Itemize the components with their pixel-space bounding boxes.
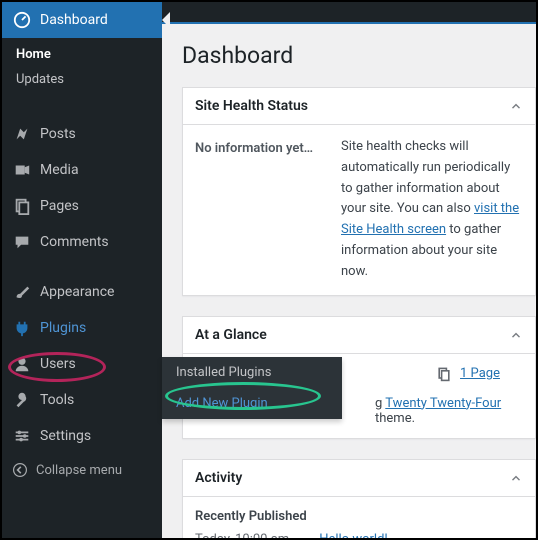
panel-header-site-health[interactable]: Site Health Status (183, 88, 535, 125)
wp-running-text: g Twenty Twenty-Four theme. (375, 396, 523, 426)
sidebar-item-settings[interactable]: Settings (2, 418, 162, 454)
recently-published-heading: Recently Published (195, 509, 523, 532)
collapse-icon (12, 462, 28, 478)
panel-site-health: Site Health Status No information yet… S… (182, 87, 536, 296)
published-date: Today, 10:00 am (195, 532, 289, 538)
flyout-installed-plugins[interactable]: Installed Plugins (162, 357, 342, 388)
plug-icon (12, 318, 32, 338)
panel-header-activity[interactable]: Activity (183, 460, 535, 497)
pages-icon (436, 366, 452, 382)
comments-icon (12, 232, 32, 252)
chevron-up-icon (509, 471, 523, 485)
collapse-menu[interactable]: Collapse menu (2, 454, 162, 486)
sidebar-label-posts: Posts (40, 126, 76, 142)
sidebar-item-dashboard[interactable]: Dashboard (2, 2, 162, 38)
theme-link[interactable]: Twenty Twenty-Four (385, 396, 501, 411)
submenu-home[interactable]: Home (2, 42, 162, 67)
dashboard-submenu: Home Updates (2, 38, 162, 102)
chevron-up-icon (509, 328, 523, 342)
sidebar-label-appearance: Appearance (40, 284, 114, 300)
sidebar-label-users: Users (40, 356, 76, 372)
flyout-add-new-plugin[interactable]: Add New Plugin (162, 388, 342, 419)
main-content: Dashboard Site Health Status No informat… (162, 24, 536, 538)
sidebar-label-plugins: Plugins (40, 320, 86, 336)
brush-icon (12, 282, 32, 302)
plugins-flyout: Installed Plugins Add New Plugin (162, 357, 342, 419)
panel-activity: Activity Recently Published Today, 10:00… (182, 459, 536, 538)
sidebar-item-comments[interactable]: Comments (2, 224, 162, 260)
pages-icon (12, 196, 32, 216)
dashboard-icon (12, 10, 32, 30)
sidebar-label-media: Media (40, 162, 79, 178)
sidebar-label-settings: Settings (40, 428, 91, 444)
published-row: Today, 10:00 am Hello world! (195, 532, 523, 538)
sidebar-label-pages: Pages (40, 198, 79, 214)
sidebar-item-plugins[interactable]: Plugins (2, 310, 162, 346)
sidebar-item-appearance[interactable]: Appearance (2, 274, 162, 310)
user-icon (12, 354, 32, 374)
sidebar-label-dashboard: Dashboard (40, 12, 108, 28)
sidebar-item-media[interactable]: Media (2, 152, 162, 188)
sidebar-label-comments: Comments (40, 234, 109, 250)
chevron-up-icon (509, 99, 523, 113)
sliders-icon (12, 426, 32, 446)
published-post-link[interactable]: Hello world! (319, 532, 388, 538)
sidebar-item-posts[interactable]: Posts (2, 116, 162, 152)
collapse-label: Collapse menu (36, 463, 122, 478)
admin-sidebar: Dashboard Home Updates Posts Media Pages… (2, 2, 162, 538)
pin-icon (12, 124, 32, 144)
health-description: Site health checks will automatically ru… (341, 137, 523, 283)
sidebar-item-users[interactable]: Users (2, 346, 162, 382)
media-icon (12, 160, 32, 180)
health-no-info: No information yet… (195, 137, 325, 283)
wrench-icon (12, 390, 32, 410)
glance-pages: 1 Page (436, 366, 500, 382)
sidebar-label-tools: Tools (40, 392, 74, 408)
submenu-updates[interactable]: Updates (2, 67, 162, 92)
sidebar-item-tools[interactable]: Tools (2, 382, 162, 418)
pages-count-link[interactable]: 1 Page (460, 366, 500, 381)
sidebar-item-pages[interactable]: Pages (2, 188, 162, 224)
panel-title-glance: At a Glance (195, 327, 267, 343)
panel-title-activity: Activity (195, 470, 242, 486)
panel-header-glance[interactable]: At a Glance (183, 317, 535, 354)
page-title: Dashboard (182, 42, 536, 69)
panel-title-site-health: Site Health Status (195, 98, 308, 114)
